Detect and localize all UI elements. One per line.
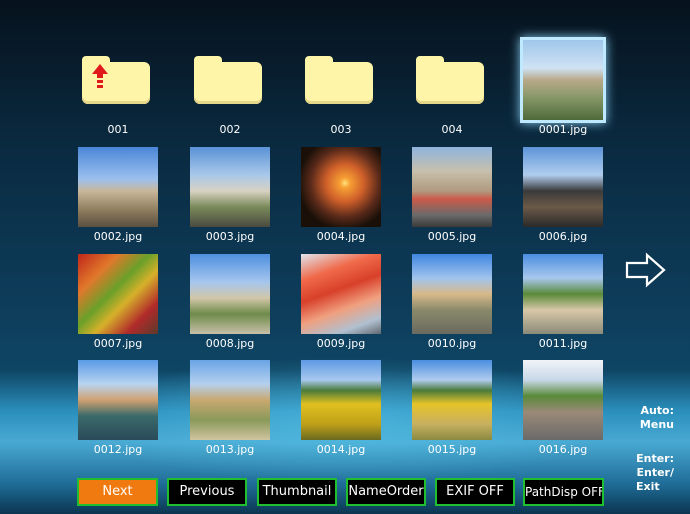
photo-item[interactable]: 0016.jpg [521,358,605,462]
auto-hint-action: Menu [639,418,674,431]
auto-menu-hint: Auto: Menu [612,404,674,432]
photo-label: 0012.jpg [93,443,143,456]
exif-toggle-button[interactable]: EXIF OFF [435,478,515,506]
photo-label: 0005.jpg [427,230,477,243]
photo-item[interactable]: 0011.jpg [521,252,605,356]
photo-thumbnail [190,147,270,227]
photo-item[interactable]: 0014.jpg [299,358,383,462]
photo-item[interactable]: 0005.jpg [410,145,494,249]
photo-thumbnail [78,254,158,334]
photo-label: 0007.jpg [93,337,143,350]
folder-icon [194,56,262,104]
photo-item[interactable]: 0015.jpg [410,358,494,462]
photo-label: 0002.jpg [93,230,143,243]
folder-item[interactable]: 001 [76,38,160,142]
name-order-button[interactable]: NameOrder [346,478,426,506]
folder-label: 003 [330,123,352,136]
photo-label: 0006.jpg [538,230,588,243]
folder-up-icon [82,56,150,104]
photo-item[interactable]: 0002.jpg [76,145,160,249]
photo-item[interactable]: 0006.jpg [521,145,605,249]
thumbnail-grid: 001 002 003 004 0001.jpg 0002.jpg 0003.j [0,0,690,470]
photo-thumbnail [523,254,603,334]
photo-thumbnail [301,360,381,440]
photo-item[interactable]: 0007.jpg [76,252,160,356]
photo-item[interactable]: 0009.jpg [299,252,383,356]
auto-hint-key: Auto: [640,404,674,417]
photo-label: 0015.jpg [427,443,477,456]
photo-label: 0011.jpg [538,337,588,350]
photo-item[interactable]: 0003.jpg [188,145,272,249]
right-arrow-icon[interactable] [625,252,667,288]
photo-browser-screen: 001 002 003 004 0001.jpg 0002.jpg 0003.j [0,0,690,514]
enter-hint-key: Enter: [636,452,674,465]
bottom-button-bar: Next Previous Thumbnail NameOrder EXIF O… [0,478,690,510]
photo-thumbnail [523,40,603,120]
photo-label: 0009.jpg [316,337,366,350]
folder-item[interactable]: 002 [188,38,272,142]
photo-thumbnail [412,147,492,227]
photo-item[interactable]: 0013.jpg [188,358,272,462]
photo-label: 0008.jpg [205,337,255,350]
photo-thumbnail [190,254,270,334]
path-display-toggle-button[interactable]: PathDisp OFF [523,478,604,506]
photo-item[interactable]: 0008.jpg [188,252,272,356]
folder-item[interactable]: 004 [410,38,494,142]
photo-thumbnail [78,360,158,440]
folder-label: 004 [441,123,463,136]
photo-label: 0010.jpg [427,337,477,350]
photo-thumbnail [190,360,270,440]
photo-label: 0013.jpg [205,443,255,456]
folder-icon [305,56,373,104]
photo-item[interactable]: 0012.jpg [76,358,160,462]
folder-label: 001 [107,123,129,136]
photo-label: 0016.jpg [538,443,588,456]
photo-item-selected[interactable]: 0001.jpg [521,38,605,142]
up-arrow-icon [92,64,108,92]
photo-thumbnail [301,147,381,227]
folder-item[interactable]: 003 [299,38,383,142]
previous-button[interactable]: Previous [167,478,247,506]
photo-thumbnail [301,254,381,334]
photo-item[interactable]: 0010.jpg [410,252,494,356]
photo-thumbnail [412,360,492,440]
photo-label: 0004.jpg [316,230,366,243]
photo-thumbnail [412,254,492,334]
folder-label: 002 [219,123,241,136]
next-button[interactable]: Next [77,478,158,506]
photo-thumbnail [523,147,603,227]
photo-item[interactable]: 0004.jpg [299,145,383,249]
photo-thumbnail [78,147,158,227]
photo-label: 0001.jpg [538,123,588,136]
thumbnail-button[interactable]: Thumbnail [257,478,337,506]
photo-label: 0014.jpg [316,443,366,456]
photo-thumbnail [523,360,603,440]
photo-label: 0003.jpg [205,230,255,243]
folder-icon [416,56,484,104]
